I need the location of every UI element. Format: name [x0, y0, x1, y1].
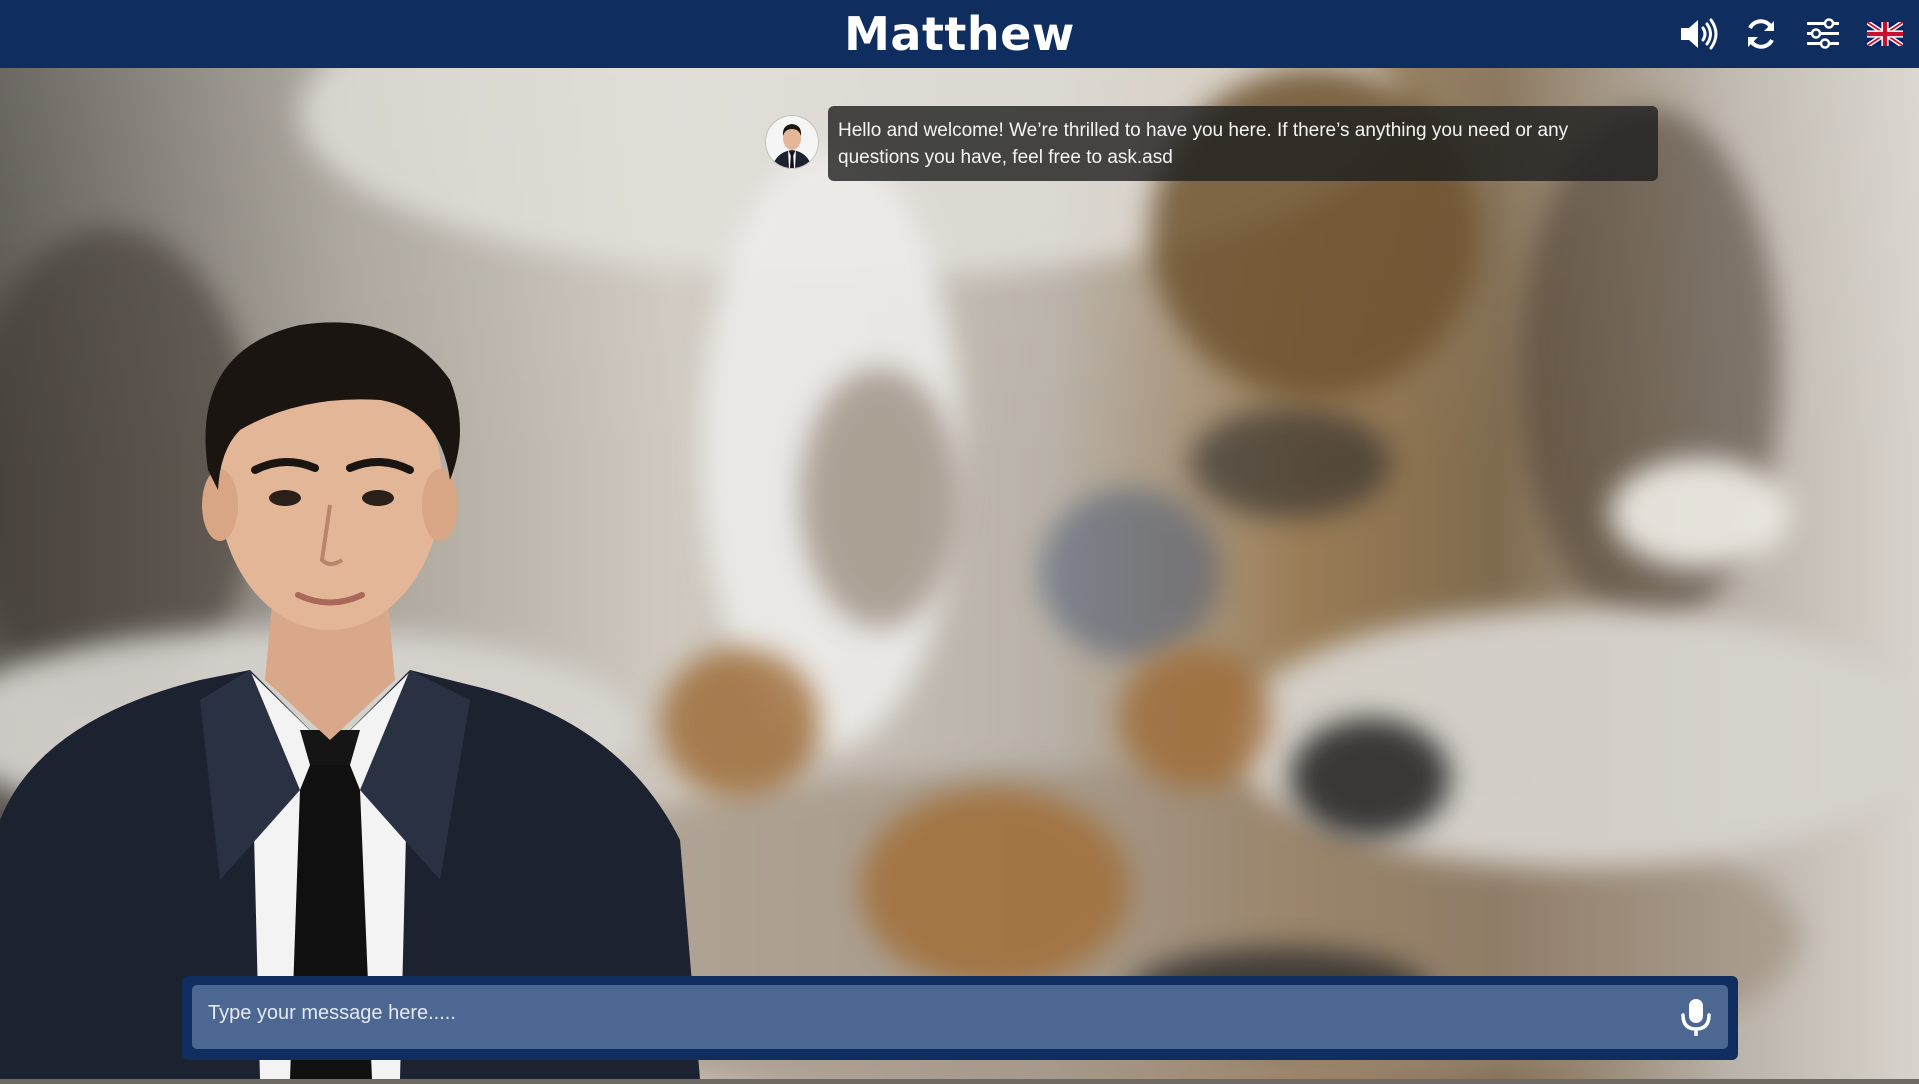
header-toolbar: [1679, 14, 1905, 54]
chat-message-row: Hello and welcome! We’re thrilled to hav…: [766, 106, 1658, 181]
assistant-avatar-figure: [0, 320, 700, 1079]
microphone-icon[interactable]: [1678, 997, 1714, 1039]
uk-flag-icon[interactable]: [1865, 14, 1905, 54]
bot-message-bubble: Hello and welcome! We’re thrilled to hav…: [828, 106, 1658, 181]
refresh-icon[interactable]: [1741, 14, 1781, 54]
page-title: Matthew: [844, 7, 1075, 61]
message-input[interactable]: [192, 985, 1652, 1049]
message-composer: [182, 976, 1738, 1060]
speaker-icon[interactable]: [1679, 14, 1719, 54]
settings-sliders-icon[interactable]: [1803, 14, 1843, 54]
bot-avatar: [766, 116, 818, 168]
message-input-container: [192, 985, 1728, 1049]
top-bar: Matthew: [0, 0, 1919, 68]
